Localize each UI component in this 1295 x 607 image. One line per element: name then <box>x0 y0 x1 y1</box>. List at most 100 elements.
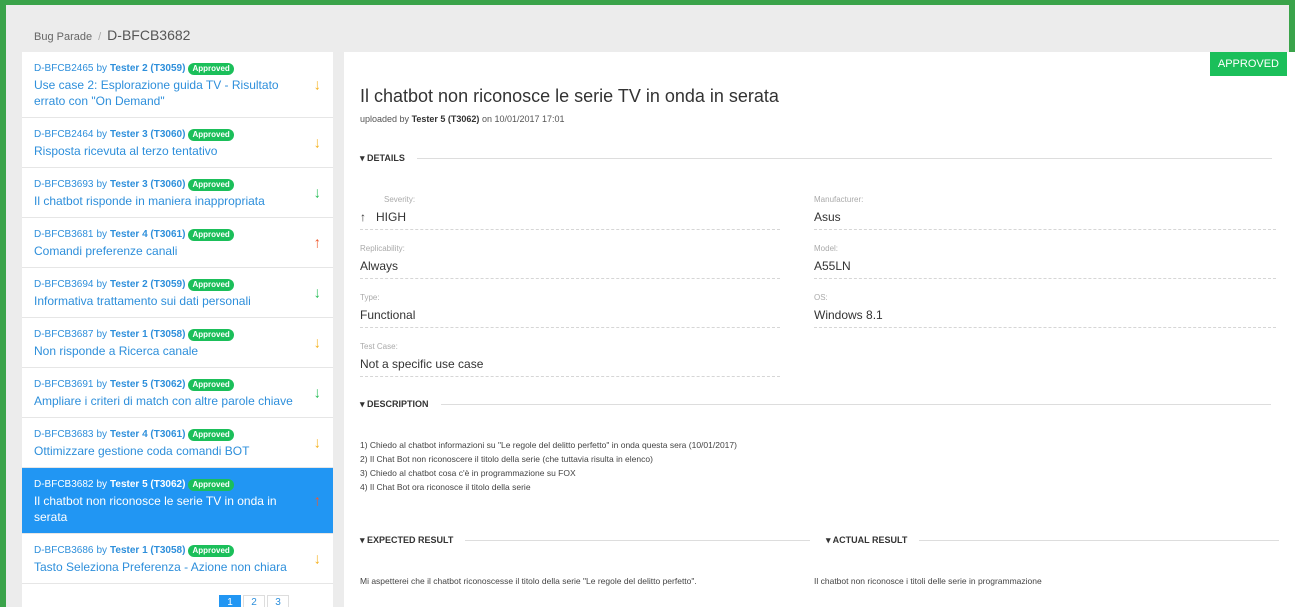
bug-title-link[interactable]: Use case 2: Esplorazione guida TV - Risu… <box>34 77 293 109</box>
bug-list-item[interactable]: D-BFCB3693 by Tester 3 (T3060) Approved Il c… <box>22 168 333 218</box>
bug-list-item[interactable]: D-BFCB3683 by Tester 4 (T3061) Approved Otti… <box>22 418 333 468</box>
pagination: 1 2 3 <box>219 595 289 607</box>
bug-list-item[interactable]: D-BFCB3686 by Tester 1 (T3058) Approved Tast… <box>22 534 333 584</box>
severity-label: Severity: <box>384 195 416 204</box>
bug-list-item[interactable]: D-BFCB3694 by Tester 2 (T3059) Approved Info… <box>22 268 333 318</box>
status-approved-button[interactable]: APPROVED <box>1209 52 1287 76</box>
description-section-header[interactable]: ▾ DESCRIPTION <box>360 399 1271 410</box>
arrow-down-yellow-icon: ↓ <box>313 334 322 351</box>
description-text: 1) Chiedo al chatbot informazioni su "Le… <box>360 438 737 494</box>
bug-title-link[interactable]: Ampliare i criteri di match con altre pa… <box>34 393 293 409</box>
bug-title-link[interactable]: Il chatbot non riconosce le serie TV in … <box>34 493 293 525</box>
arrow-down-yellow-icon: ↓ <box>313 550 322 567</box>
bug-list-item[interactable]: D-BFCB3687 by Tester 1 (T3058) Approved Non … <box>22 318 333 368</box>
bug-meta: D-BFCB3681 by Tester 4 (T3061) Approved <box>34 228 293 241</box>
bug-list-item[interactable]: D-BFCB3682 by Tester 5 (T3062) Approved Il c… <box>22 468 333 534</box>
approved-badge: Approved <box>188 428 234 441</box>
tester-name: Tester 3 (T3060) <box>110 129 186 140</box>
replicability-label: Replicability: <box>360 244 405 253</box>
bug-title-link[interactable]: Tasto Seleziona Preferenza - Azione non … <box>34 559 293 575</box>
type-field: Type: Functional <box>360 293 780 328</box>
approved-badge: Approved <box>188 544 234 557</box>
by-label: by <box>96 229 108 240</box>
bug-title-link[interactable]: Non risponde a Ricerca canale <box>34 343 293 359</box>
bug-id: D-BFCB3686 <box>34 545 94 556</box>
testcase-value: Not a specific use case <box>360 357 484 371</box>
approved-badge: Approved <box>188 178 234 191</box>
description-line: 4) Il Chat Bot ora riconosce il titolo d… <box>360 482 531 492</box>
approved-badge: Approved <box>188 62 234 75</box>
bug-title-link[interactable]: Ottimizzare gestione coda comandi BOT <box>34 443 293 459</box>
by-label: by <box>96 479 108 490</box>
breadcrumb: Bug Parade / D-BFCB3682 <box>34 27 190 43</box>
actual-header-label: ▾ ACTUAL RESULT <box>826 535 908 545</box>
bug-id: D-BFCB3694 <box>34 279 94 290</box>
replicability-field: Replicability: Always <box>360 244 780 279</box>
expected-section-header[interactable]: ▾ EXPECTED RESULT <box>360 535 811 546</box>
by-label: by <box>96 379 108 390</box>
approved-badge: Approved <box>188 328 234 341</box>
page-2-button[interactable]: 2 <box>243 595 265 607</box>
tester-name: Tester 5 (T3062) <box>110 379 186 390</box>
os-value: Windows 8.1 <box>814 308 883 322</box>
description-line: 3) Chiedo al chatbot cosa c'è in program… <box>360 468 576 478</box>
bug-meta: D-BFCB3691 by Tester 5 (T3062) Approved <box>34 378 293 391</box>
breadcrumb-root[interactable]: Bug Parade <box>34 31 92 43</box>
details-header-label: ▾ DETAILS <box>360 153 405 163</box>
bug-list-item[interactable]: D-BFCB3691 by Tester 5 (T3062) Approved Ampl… <box>22 368 333 418</box>
bug-id: D-BFCB3681 <box>34 229 94 240</box>
uploaded-prefix: uploaded by <box>360 114 410 124</box>
actual-result-text: Il chatbot non riconosce i titoli delle … <box>814 576 1042 586</box>
page-1-button[interactable]: 1 <box>219 595 241 607</box>
arrow-up-red-icon: ↑ <box>313 492 322 509</box>
bug-title-link[interactable]: Informativa trattamento sui dati persona… <box>34 293 293 309</box>
bug-id: D-BFCB3682 <box>34 479 94 490</box>
field-underline <box>360 278 780 279</box>
approved-badge: Approved <box>188 278 234 291</box>
uploaded-by: Tester 5 (T3062) <box>411 114 480 124</box>
by-label: by <box>96 429 108 440</box>
testcase-label: Test Case: <box>360 342 398 351</box>
bug-meta: D-BFCB3694 by Tester 2 (T3059) Approved <box>34 278 293 291</box>
field-underline <box>814 278 1276 279</box>
field-underline <box>814 229 1276 230</box>
bug-list: D-BFCB2465 by Tester 2 (T3059) Approved Use … <box>22 52 333 607</box>
actual-section-header[interactable]: ▾ ACTUAL RESULT <box>826 535 1280 546</box>
model-value: A55LN <box>814 259 851 273</box>
field-underline <box>360 376 780 377</box>
bug-meta: D-BFCB3686 by Tester 1 (T3058) Approved <box>34 544 293 557</box>
type-value: Functional <box>360 308 416 322</box>
page-3-button[interactable]: 3 <box>267 595 289 607</box>
breadcrumb-current: D-BFCB3682 <box>107 27 191 43</box>
field-underline <box>360 327 780 328</box>
approved-badge: Approved <box>188 228 234 241</box>
bug-list-item[interactable]: D-BFCB2464 by Tester 3 (T3060) Approved Risp… <box>22 118 333 168</box>
bug-list-item[interactable]: D-BFCB3681 by Tester 4 (T3061) Approved Coma… <box>22 218 333 268</box>
bug-id: D-BFCB3683 <box>34 429 94 440</box>
bug-title-link[interactable]: Risposta ricevuta al terzo tentativo <box>34 143 293 159</box>
divider <box>440 404 1271 405</box>
bug-id: D-BFCB3691 <box>34 379 94 390</box>
details-section-header[interactable]: ▾ DETAILS <box>360 153 1272 164</box>
bug-list-item[interactable]: D-BFCB2465 by Tester 2 (T3059) Approved Use … <box>22 52 333 118</box>
by-label: by <box>96 279 108 290</box>
field-underline <box>814 327 1276 328</box>
bug-title-link[interactable]: Comandi preferenze canali <box>34 243 293 259</box>
description-line: 2) Il Chat Bot non riconoscere il titolo… <box>360 454 653 464</box>
tester-name: Tester 2 (T3059) <box>110 63 186 74</box>
severity-value: ↑ HIGH <box>360 210 406 224</box>
description-header-label: ▾ DESCRIPTION <box>360 399 429 409</box>
tester-name: Tester 3 (T3060) <box>110 179 186 190</box>
description-line: 1) Chiedo al chatbot informazioni su "Le… <box>360 440 737 450</box>
divider <box>416 158 1272 159</box>
arrow-down-yellow-icon: ↓ <box>313 134 322 151</box>
bug-detail-panel: APPROVED Il chatbot non riconosce le ser… <box>344 52 1295 607</box>
by-label: by <box>96 129 108 140</box>
bug-title: Il chatbot non riconosce le serie TV in … <box>360 86 779 106</box>
bug-title-link[interactable]: Il chatbot risponde in maniera inappropr… <box>34 193 293 209</box>
model-label: Model: <box>814 244 839 253</box>
bug-id: D-BFCB2465 <box>34 63 94 74</box>
bug-meta: D-BFCB3683 by Tester 4 (T3061) Approved <box>34 428 293 441</box>
by-label: by <box>96 179 108 190</box>
bug-id: D-BFCB2464 <box>34 129 94 140</box>
